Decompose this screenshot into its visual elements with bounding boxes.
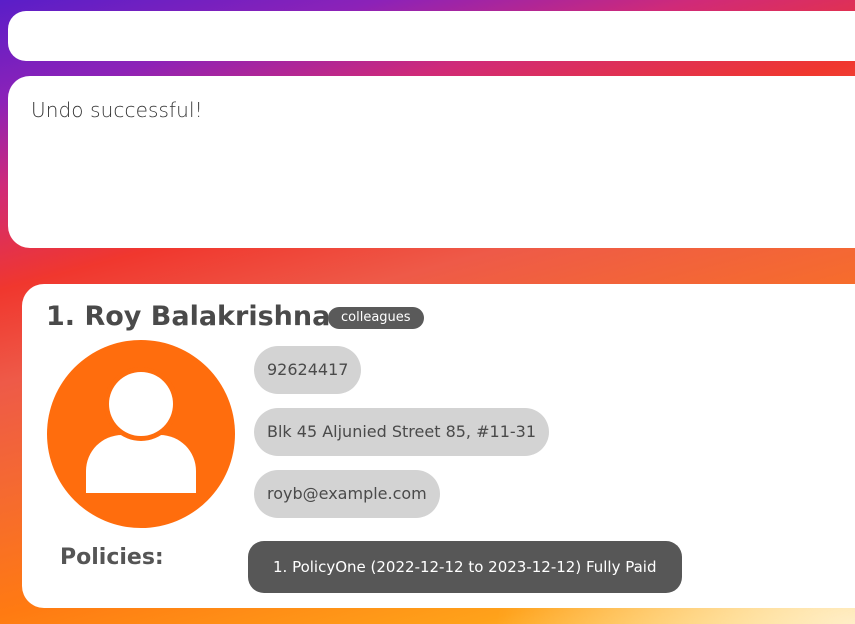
person-card[interactable]: 1. Roy Balakrishnan colleagues 92624417 … [22,284,855,608]
policy-item: 1. PolicyOne (2022-12-12 to 2023-12-12) … [248,541,682,593]
result-message: Undo successful! [31,98,203,122]
person-name: 1. Roy Balakrishnan [46,301,350,332]
command-input[interactable] [8,11,855,61]
email-field: royb@example.com [254,470,440,518]
avatar-head-shape [109,372,173,436]
result-display: Undo successful! [8,76,855,248]
tag-colleagues: colleagues [328,307,424,329]
phone-field: 92624417 [254,346,362,394]
user-silhouette-icon [47,340,235,528]
policies-label: Policies: [60,545,164,570]
address-field: Blk 45 Aljunied Street 85, #11-31 [254,408,549,456]
avatar-body-shape [86,435,196,493]
